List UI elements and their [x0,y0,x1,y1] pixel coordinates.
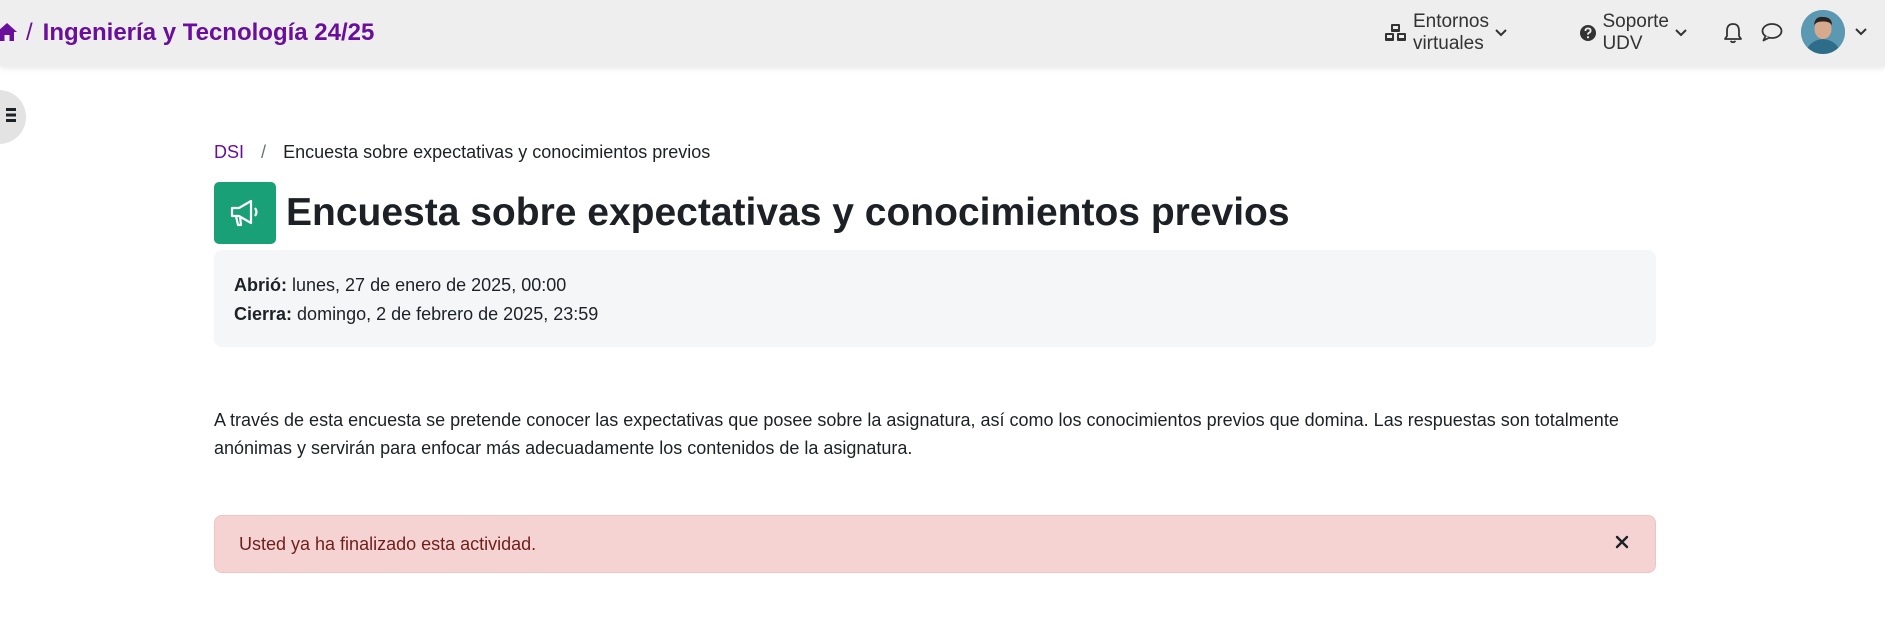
page-title: Encuesta sobre expectativas y conocimien… [286,191,1290,234]
chevron-down-icon [1675,29,1687,37]
question-circle-icon [1579,24,1597,42]
close-icon[interactable] [1615,533,1629,554]
cubes-icon [1384,23,1408,43]
completion-alert: Usted ya ha finalizado esta actividad. [214,515,1656,573]
breadcrumb-link-dsi[interactable]: DSI [214,142,244,162]
activity-description: A través de esta encuesta se pretende co… [214,410,1619,458]
megaphone-icon [214,182,276,244]
soporte-udv-menu[interactable]: Soporte UDV [1579,11,1687,55]
breadcrumb-current: Encuesta sobre expectativas y conocimien… [283,142,711,162]
nav-separator: / [26,19,33,46]
entornos-virtuales-menu[interactable]: Entornos virtuales [1384,11,1507,55]
course-index-toggle[interactable] [0,90,26,144]
user-avatar[interactable] [1801,10,1845,54]
breadcrumb-divider: / [261,142,267,162]
chevron-down-icon [1495,29,1507,37]
soporte-udv-label: Soporte UDV [1602,11,1669,54]
page-header: Encuesta sobre expectativas y conocimien… [214,182,1290,244]
closes-label: Cierra: [234,304,293,324]
activity-dates: Abrió: lunes, 27 de enero de 2025, 00:00… [214,250,1656,347]
course-breadcrumb: / Ingeniería y Tecnología 24/25 [0,0,374,66]
chevron-down-icon [1855,23,1867,41]
course-title-link[interactable]: Ingeniería y Tecnología 24/25 [43,19,375,47]
list-icon [6,107,16,128]
closes-value: domingo, 2 de febrero de 2025, 23:59 [297,304,599,324]
alert-message: Usted ya ha finalizado esta actividad. [239,533,537,554]
opened-date-row: Abrió: lunes, 27 de enero de 2025, 00:00 [234,271,1636,300]
closes-date-row: Cierra: domingo, 2 de febrero de 2025, 2… [234,300,1636,329]
opened-value: lunes, 27 de enero de 2025, 00:00 [292,275,567,295]
chat-icon[interactable] [1761,22,1783,47]
home-icon[interactable] [0,22,18,44]
top-navbar: / Ingeniería y Tecnología 24/25 Entornos… [0,0,1885,66]
entornos-virtuales-label: Entornos virtuales [1412,11,1489,54]
breadcrumb: DSI / Encuesta sobre expectativas y cono… [214,142,710,163]
bell-icon[interactable] [1723,22,1743,49]
opened-label: Abrió: [234,275,287,295]
user-menu[interactable] [1801,10,1867,54]
